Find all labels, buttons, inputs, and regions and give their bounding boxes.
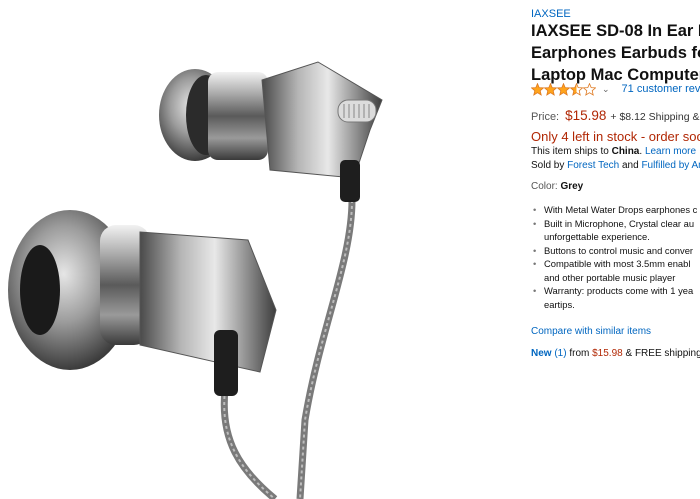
price-amount: $15.98 [565, 108, 607, 123]
fulfilled-link[interactable]: Fulfilled by Am [641, 160, 700, 171]
feature-bullet-cont: and other portable music player [544, 271, 676, 283]
star-rating[interactable] [531, 82, 597, 96]
color-value: Grey [560, 181, 584, 192]
feature-bullet-cont: eartips. [544, 298, 575, 310]
new-offers-shipping: & FREE shipping o [625, 348, 700, 359]
star-icon [569, 82, 584, 96]
new-offers: New (1) from $15.98 & FREE shipping o [531, 348, 700, 359]
sold-by: Sold by Forest Tech and Fulfilled by Am [531, 160, 700, 171]
price-row: Price: $15.98+ $8.12 Shipping & Imp [531, 108, 700, 123]
compare-similar-link[interactable]: Compare with similar items [531, 326, 651, 337]
stock-status: Only 4 left in stock - order soo [531, 129, 700, 144]
star-icon [582, 82, 597, 96]
color-selection: Color: Grey [531, 181, 583, 192]
ships-prefix: This item ships to [531, 146, 612, 157]
new-offers-price: $15.98 [592, 348, 623, 359]
new-offers-link[interactable]: New [531, 348, 552, 359]
earphones-image [8, 61, 383, 499]
new-offers-count[interactable]: (1) [552, 348, 570, 359]
feature-bullet: With Metal Water Drops earphones c [531, 203, 697, 217]
feature-bullet: Compatible with most 3.5mm enabl [531, 257, 697, 271]
title-line: Earphones Earbuds for [531, 44, 700, 62]
customer-reviews-link[interactable]: 71 customer review [622, 83, 700, 95]
feature-bullet: Warranty: products come with 1 yea [531, 284, 697, 298]
learn-more-link[interactable]: Learn more [645, 146, 696, 157]
ships-country: China [611, 146, 640, 157]
product-title: IAXSEE SD-08 In Ear He Earphones Earbuds… [531, 20, 700, 86]
product-details: IAXSEE IAXSEE SD-08 In Ear He Earphones … [531, 0, 700, 499]
feature-bullet: Built in Microphone, Crystal clear au [531, 217, 697, 231]
new-offers-from: from [569, 348, 593, 359]
star-icon [556, 82, 571, 96]
sold-prefix: Sold by [531, 160, 568, 171]
seller-link[interactable]: Forest Tech [567, 160, 619, 171]
title-line: IAXSEE SD-08 In Ear He [531, 22, 700, 40]
feature-bullet-cont: unforgettable experience. [544, 231, 650, 242]
price-label: Price: [531, 111, 560, 123]
product-image[interactable] [0, 0, 525, 499]
chevron-down-icon[interactable]: ⌄ [602, 84, 610, 95]
star-icon [543, 82, 558, 96]
sold-and: and [619, 160, 642, 171]
ships-to: This item ships to China. Learn more [531, 146, 696, 157]
brand-link[interactable]: IAXSEE [531, 8, 571, 20]
feature-bullet: Buttons to control music and conver [531, 244, 697, 258]
shipping-cost: + $8.12 Shipping & Imp [610, 111, 700, 123]
star-icon [531, 82, 545, 96]
color-label: Color: [531, 181, 561, 192]
feature-bullets: With Metal Water Drops earphones c Built… [531, 203, 697, 311]
rating-row: ⌄ 71 customer review [531, 82, 700, 96]
